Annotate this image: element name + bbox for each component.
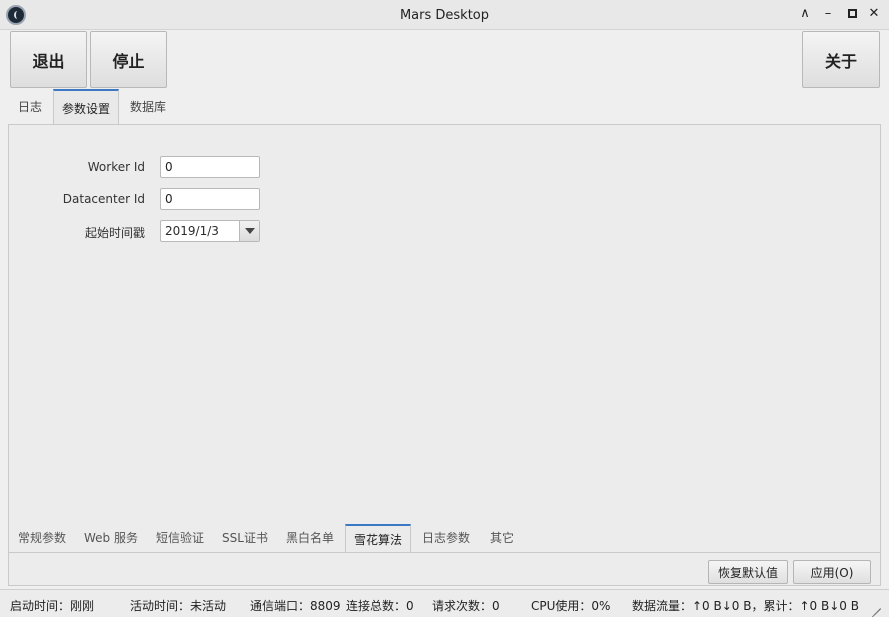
worker-id-field[interactable] (160, 156, 260, 178)
status-port: 通信端口：8809 (250, 599, 341, 613)
status-start-time: 启动时间：刚刚 (10, 599, 95, 613)
status-bar: 启动时间：刚刚 活动时间：未活动 通信端口：8809 连接总数：0 请求次数：0… (0, 589, 889, 617)
resize-grip-icon[interactable] (867, 595, 881, 617)
tab-blacklist-whitelist[interactable]: 黑白名单 (278, 524, 342, 552)
stop-button[interactable]: 停止 (90, 31, 167, 88)
window-title: Mars Desktop (399, 8, 490, 23)
maximize-icon[interactable] (844, 6, 860, 22)
status-traffic: 数据流量：↑0 B↓0 B，累计：↑0 B↓0 B (632, 599, 859, 613)
divider (9, 552, 880, 553)
dropdown-arrow-icon[interactable] (239, 221, 259, 241)
status-active-time: 活动时间：未活动 (130, 599, 227, 613)
status-cpu: CPU使用：0% (531, 599, 611, 613)
tab-database[interactable]: 数据库 (120, 89, 176, 125)
tab-log[interactable]: 日志 (8, 89, 52, 125)
start-timestamp-label: 起始时间戳 (84, 226, 145, 240)
status-requests: 请求次数：0 (432, 599, 500, 613)
status-connections: 连接总数：0 (346, 599, 414, 613)
close-icon[interactable]: ✕ (866, 6, 882, 22)
tab-log-params[interactable]: 日志参数 (414, 524, 478, 552)
start-timestamp-date-picker[interactable]: 2019/1/3 (160, 220, 260, 242)
tab-other[interactable]: 其它 (482, 524, 522, 552)
minimize-icon[interactable]: – (820, 6, 836, 22)
title-bar: Mars Desktop ∧ – ✕ (0, 0, 889, 30)
tab-general-params[interactable]: 常规参数 (10, 524, 74, 552)
datacenter-id-field[interactable] (160, 188, 260, 210)
tab-ssl-certificate[interactable]: SSL证书 (216, 524, 274, 552)
chevron-up-icon[interactable]: ∧ (797, 6, 813, 22)
tab-sms-verification[interactable]: 短信验证 (148, 524, 212, 552)
datacenter-id-label: Datacenter Id (62, 192, 145, 206)
tab-snowflake-algorithm[interactable]: 雪花算法 (345, 524, 411, 552)
about-button[interactable]: 关于 (802, 31, 880, 88)
start-timestamp-value: 2019/1/3 (165, 224, 219, 238)
tab-parameter-settings[interactable]: 参数设置 (53, 89, 119, 125)
exit-button[interactable]: 退出 (10, 31, 87, 88)
restore-defaults-button[interactable]: 恢复默认值 (708, 560, 788, 584)
apply-button[interactable]: 应用(O) (793, 560, 871, 584)
worker-id-label: Worker Id (87, 160, 145, 174)
tab-web-service[interactable]: Web 服务 (78, 524, 144, 552)
